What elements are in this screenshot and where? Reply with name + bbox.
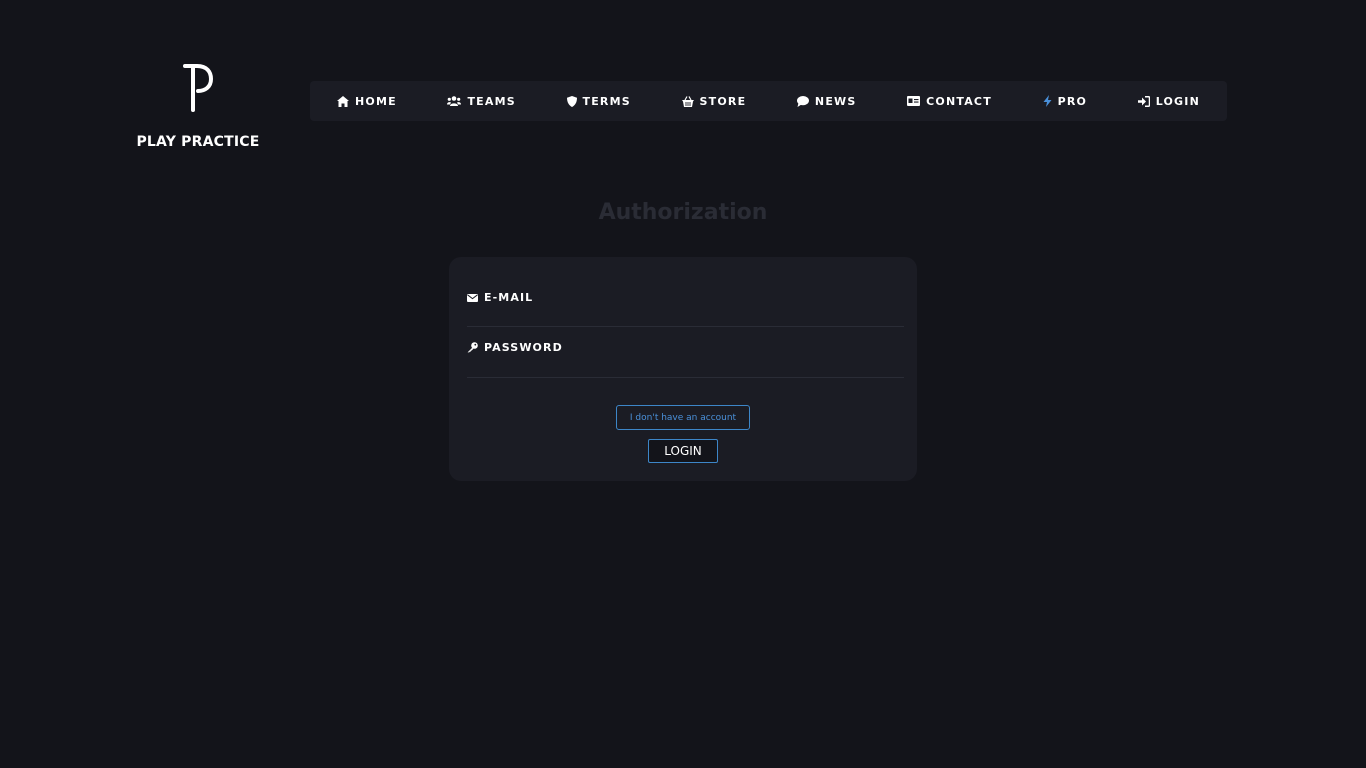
login-form: E-MAIL PASSWORD I don't have an account … (449, 257, 917, 481)
users-icon (447, 96, 462, 106)
brand-logo[interactable]: PLAY PRACTICE (128, 60, 268, 150)
nav-item-teams[interactable]: TEAMS (447, 95, 515, 108)
shield-icon (566, 95, 577, 107)
nav-item-pro-label: PRO (1057, 94, 1088, 108)
page: PLAY PRACTICE HOME TEAMS TERMS STORE NEW… (0, 0, 1366, 768)
bolt-icon (1043, 95, 1052, 107)
nav-item-store-label: STORE (699, 94, 747, 108)
password-input[interactable] (467, 327, 904, 377)
nav-item-home[interactable]: HOME (337, 95, 397, 108)
nav-item-news[interactable]: NEWS (796, 94, 857, 108)
brand-name: PLAY PRACTICE (136, 134, 260, 150)
sign-in-icon (1137, 95, 1150, 107)
page-title: Authorization (598, 200, 768, 225)
basket-icon (681, 95, 694, 107)
nav-item-teams-label: TEAMS (467, 94, 516, 108)
id-card-icon (907, 96, 921, 106)
nav-item-login[interactable]: LOGIN (1137, 94, 1200, 108)
nav-item-store[interactable]: STORE (681, 94, 747, 108)
nav-item-login-label: LOGIN (1155, 94, 1200, 108)
comment-icon (796, 95, 809, 107)
home-icon (337, 95, 349, 107)
email-field-group: E-MAIL (467, 283, 904, 327)
login-button[interactable]: LOGIN (648, 439, 718, 463)
nav-item-terms[interactable]: TERMS (566, 94, 631, 108)
password-field-group: PASSWORD (467, 327, 904, 378)
nav-item-contact[interactable]: CONTACT (907, 95, 992, 108)
email-input[interactable] (467, 283, 904, 326)
nav-item-terms-label: TERMS (582, 94, 631, 108)
nav-item-news-label: NEWS (814, 94, 857, 108)
nav-item-home-label: HOME (355, 94, 397, 108)
nav-item-pro[interactable]: PRO (1043, 95, 1087, 108)
pp-logo-icon (183, 64, 214, 112)
no-account-button[interactable]: I don't have an account (616, 405, 750, 430)
nav-item-contact-label: CONTACT (926, 94, 992, 108)
main-nav: HOME TEAMS TERMS STORE NEWS CONTACT PRO … (310, 81, 1227, 121)
